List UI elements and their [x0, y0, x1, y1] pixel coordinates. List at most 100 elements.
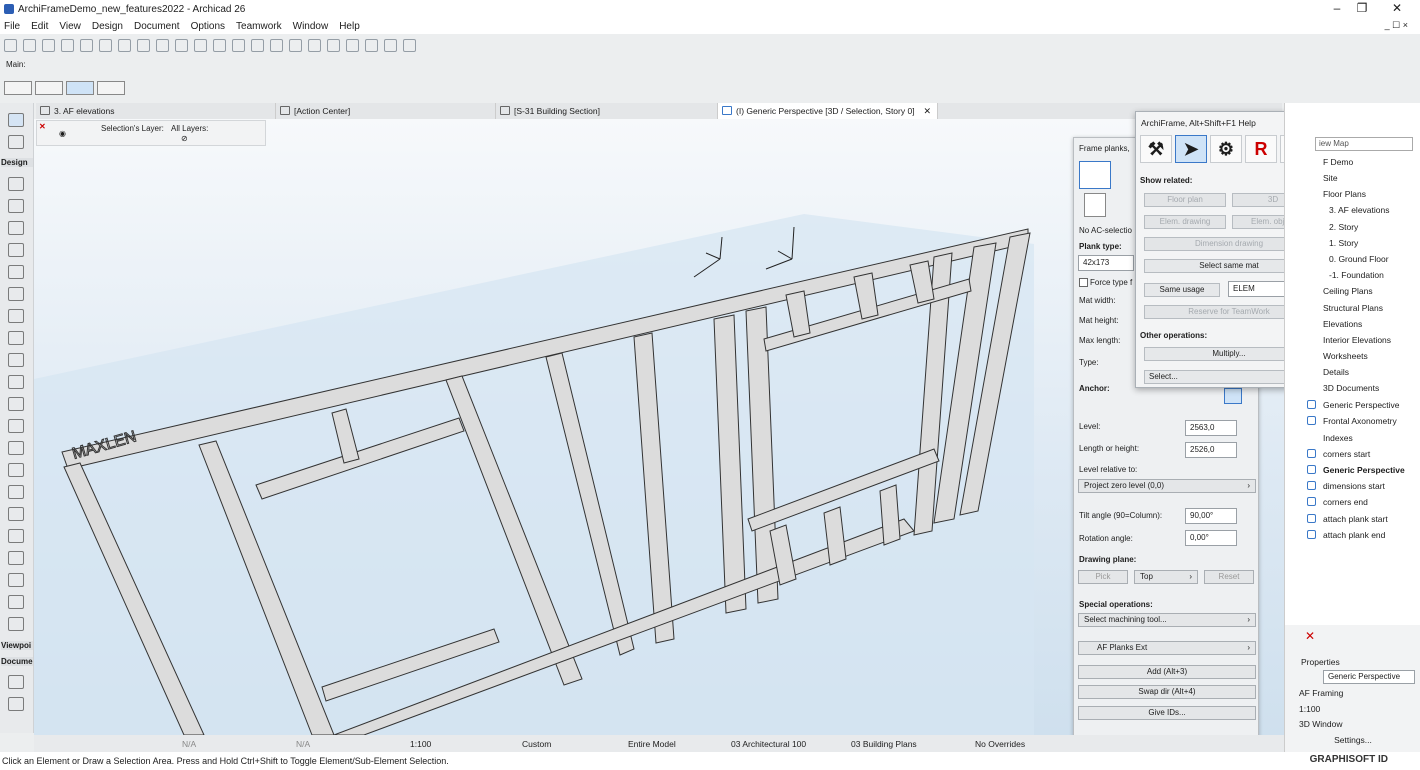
nav-item[interactable]: 2. Story — [1329, 222, 1358, 232]
inject-icon[interactable] — [61, 38, 74, 52]
add-button[interactable]: Add (Alt+3) — [1078, 665, 1256, 679]
layout-button[interactable] — [4, 81, 32, 95]
equipment-tool-icon[interactable] — [8, 573, 24, 587]
section-icon[interactable] — [270, 38, 283, 52]
grid-icon[interactable] — [156, 38, 169, 52]
slab-tool-icon[interactable] — [8, 243, 24, 257]
trace-icon[interactable] — [194, 38, 207, 52]
tab-building-section[interactable]: [S-31 Building Section] — [496, 103, 718, 119]
menu-options[interactable]: Options — [191, 21, 225, 32]
render-icon[interactable] — [308, 38, 321, 52]
tab-generic-perspective[interactable]: (I) Generic Perspective [3D / Selection,… — [718, 103, 938, 119]
nav-item[interactable]: 3D Documents — [1323, 383, 1379, 393]
plank-type-field[interactable]: 42x173 — [1078, 255, 1134, 271]
beam-tool-icon[interactable] — [8, 221, 24, 235]
shell-tool-icon[interactable] — [8, 287, 24, 301]
zone-tool-icon[interactable] — [8, 529, 24, 543]
nav-item[interactable]: Generic Perspective — [1323, 400, 1400, 410]
menu-edit[interactable]: Edit — [31, 21, 48, 32]
flag-icon[interactable] — [365, 38, 378, 52]
pointer-icon[interactable]: ➤ — [1175, 135, 1207, 163]
nav-item[interactable]: Interior Elevations — [1323, 335, 1391, 345]
nav-item[interactable]: F Demo — [1323, 157, 1353, 167]
morph-tool-icon[interactable] — [8, 507, 24, 521]
swap-dir-button[interactable]: Swap dir (Alt+4) — [1078, 685, 1256, 699]
tab-action-center[interactable]: [Action Center] — [276, 103, 496, 119]
opening-tool-icon[interactable] — [8, 441, 24, 455]
reset-button[interactable]: Reset — [1204, 570, 1254, 584]
nav-item[interactable]: Site — [1323, 173, 1338, 183]
zoom-value[interactable]: N/A — [182, 739, 196, 749]
nav-item[interactable]: 1. Story — [1329, 238, 1358, 248]
panel-tool-icon[interactable] — [8, 617, 24, 631]
lock-icon[interactable] — [232, 38, 245, 52]
nav-item[interactable]: Elevations — [1323, 319, 1362, 329]
menu-window[interactable]: Window — [293, 21, 329, 32]
object-tool-icon[interactable] — [8, 463, 24, 477]
measure-icon[interactable] — [346, 38, 359, 52]
rotation-field[interactable]: 0,00° — [1185, 530, 1237, 546]
column-tool-icon[interactable] — [8, 199, 24, 213]
pick-up-icon[interactable] — [42, 38, 55, 52]
nav-item[interactable]: 3. AF elevations — [1329, 205, 1389, 215]
window-tool-icon[interactable] — [8, 397, 24, 411]
nav-item[interactable]: attach plank start — [1323, 514, 1388, 524]
dimension-tool-icon[interactable] — [8, 675, 24, 689]
plank-tool-icon[interactable] — [1079, 161, 1111, 189]
skylight-tool-icon[interactable] — [8, 419, 24, 433]
give-ids-button[interactable]: Give IDs... — [1078, 706, 1256, 720]
view-icon[interactable] — [251, 38, 264, 52]
plane-select[interactable]: Top › — [1134, 570, 1198, 584]
tilt-field[interactable]: 90,00° — [1185, 508, 1237, 524]
nav-item[interactable]: -1. Foundation — [1329, 270, 1384, 280]
r-logo-icon[interactable]: R — [1245, 135, 1277, 163]
menu-file[interactable]: File — [4, 21, 20, 32]
graphisoft-id-link[interactable]: GRAPHISOFT ID — [1310, 754, 1388, 765]
nav-item[interactable]: corners end — [1323, 497, 1368, 507]
wall-tool-icon[interactable] — [8, 177, 24, 191]
nav-item[interactable]: Ceiling Plans — [1323, 286, 1373, 296]
angle-value[interactable]: N/A — [296, 739, 310, 749]
stair-tool-icon[interactable] — [8, 309, 24, 323]
nav-item[interactable]: Indexes — [1323, 433, 1353, 443]
eyedropper-icon[interactable] — [80, 38, 93, 52]
level-tool-icon[interactable] — [8, 697, 24, 711]
doc-window-controls[interactable]: _ ☐ × — [1385, 20, 1408, 31]
properties-name-field[interactable]: Generic Perspective — [1323, 670, 1415, 684]
lamp-tool-icon[interactable] — [8, 551, 24, 565]
group-icon[interactable] — [213, 38, 226, 52]
overrides-value[interactable]: No Overrides — [975, 739, 1025, 749]
nav-item[interactable]: corners start — [1323, 449, 1370, 459]
nav-item[interactable]: 0. Ground Floor — [1329, 254, 1389, 264]
restore-icon[interactable]: ❐ — [1347, 1, 1377, 15]
machining-select[interactable]: Select machining tool... › — [1078, 613, 1256, 627]
undo-icon[interactable] — [4, 38, 17, 52]
length-field[interactable]: 2526,0 — [1185, 442, 1237, 458]
navigator-search[interactable]: iew Map — [1315, 137, 1413, 151]
level-relative-select[interactable]: Project zero level (0,0) › — [1078, 479, 1256, 493]
pen-set-value[interactable]: 03 Architectural 100 — [731, 739, 806, 749]
nav-item-active[interactable]: Generic Perspective — [1323, 465, 1405, 475]
menu-view[interactable]: View — [59, 21, 81, 32]
tab-af-elevations[interactable]: 3. AF elevations — [36, 103, 276, 119]
tab-close-icon[interactable]: ✕ — [923, 103, 931, 119]
nav-item[interactable]: Structural Plans — [1323, 303, 1383, 313]
menu-help[interactable]: Help — [339, 21, 360, 32]
menu-teamwork[interactable]: Teamwork — [236, 21, 282, 32]
level-field[interactable]: 2563,0 — [1185, 420, 1237, 436]
layer-combo-value[interactable]: Custom — [522, 739, 551, 749]
door-tool-icon[interactable] — [8, 375, 24, 389]
railing-tool-icon[interactable] — [8, 331, 24, 345]
orbit-icon[interactable] — [289, 38, 302, 52]
arrow-tool-icon[interactable] — [8, 113, 24, 127]
wrench-icon[interactable]: ⚒ — [1140, 135, 1172, 163]
af-planks-select[interactable]: AF Planks Ext › — [1078, 641, 1256, 655]
same-usage-button[interactable]: Same usage — [1144, 283, 1220, 297]
nav-item[interactable]: Details — [1323, 367, 1349, 377]
curtain-wall-tool-icon[interactable] — [8, 353, 24, 367]
close-icon[interactable]: ✕ — [1382, 1, 1412, 15]
arrange-button[interactable] — [35, 81, 63, 95]
grid-tool-icon[interactable] — [8, 595, 24, 609]
force-type-checkbox[interactable] — [1079, 278, 1088, 287]
grid-snap-icon[interactable] — [137, 38, 150, 52]
